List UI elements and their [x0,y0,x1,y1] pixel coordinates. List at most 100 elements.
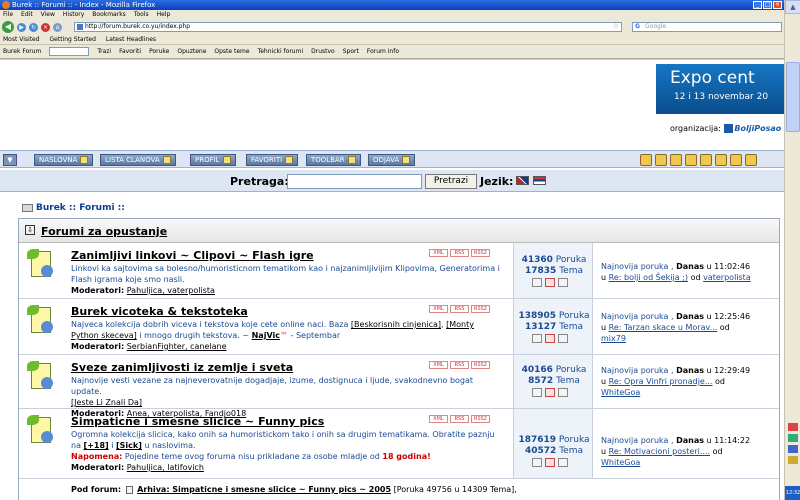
scroll-up-arrow-icon[interactable]: ▲ [785,0,800,14]
dropdown-icon[interactable]: ▼ [3,154,17,166]
forum-title[interactable]: Simpaticne i smesne slicice ~ Funny pics [71,415,324,428]
search-engine-box[interactable]: G Google [632,22,782,32]
tray-icon[interactable] [788,445,798,453]
nav-profil-button[interactable]: PROFIL [190,154,236,166]
menu-bookmarks[interactable]: Bookmarks [92,10,126,20]
category-title[interactable]: Forumi za opustanje [41,225,167,238]
tray-icon[interactable] [788,434,798,442]
last-post-user[interactable]: mix79 [601,334,626,343]
last-post-user[interactable]: vaterpolista [703,273,751,282]
burek-toolbar-forum-info[interactable]: Forum info [367,45,399,59]
forum-action-icon[interactable] [532,334,542,343]
serbian-flag-icon[interactable] [533,176,546,185]
rss-feed-icon[interactable]: RSS [450,249,469,257]
search-input[interactable] [287,174,422,189]
close-button[interactable]: × [773,1,782,9]
last-post-link[interactable]: Re: bolji od Šekija ;) [609,273,688,282]
xml-feed-icon[interactable]: XML [429,249,448,257]
rss2-feed-icon[interactable]: RSS2 [471,415,490,423]
forum-action-icon[interactable] [532,278,542,287]
globe-icon[interactable] [670,154,682,166]
forward-icon[interactable]: ▶ [17,22,26,32]
menu-file[interactable]: File [3,10,13,20]
last-post-user[interactable]: WhiteGoa [601,458,640,467]
english-flag-icon[interactable] [516,176,529,185]
rss2-feed-icon[interactable]: RSS2 [471,305,490,313]
forum-title[interactable]: Burek vicoteka & tekstoteka [71,305,248,318]
burek-toolbar-favoriti[interactable]: Favoriti [119,45,141,59]
menu-tools[interactable]: Tools [134,10,149,20]
burek-toolbar-opste[interactable]: Opste teme [214,45,249,59]
last-post-link[interactable]: Re: Opra Vinfri pronadje... [609,377,713,386]
minimize-button[interactable]: _ [753,1,762,9]
bookmark-most-visited[interactable]: Most Visited [3,34,40,44]
url-bar[interactable]: http://forum.burek.co.yu/index.php ☆ [74,22,622,32]
burek-toolbar-tehnicki[interactable]: Tehnicki forumi [258,45,304,59]
forum-action-icon[interactable] [532,388,542,397]
bookmark-latest-headlines[interactable]: Latest Headlines [106,34,156,44]
vertical-scrollbar[interactable]: ▲ 12:32 [784,0,800,500]
nav-lista-clanova-button[interactable]: LISTA CLANOVA [100,154,176,166]
reload-icon[interactable]: ↻ [29,22,38,32]
bookmark-star-icon[interactable]: ☆ [613,22,619,30]
last-post-user[interactable]: WhiteGoa [601,388,640,397]
scroll-thumb[interactable] [786,62,800,132]
forum-action-icon[interactable] [545,334,555,343]
notes-icon[interactable] [715,154,727,166]
bookmark-getting-started[interactable]: Getting Started [50,34,96,44]
forum-action-icon[interactable] [532,458,542,467]
nav-naslovna-button[interactable]: NASLOVNA [34,154,94,166]
xml-feed-icon[interactable]: XML [429,305,448,313]
menu-history[interactable]: History [63,10,84,20]
forum-title[interactable]: Sveze zanimljivosti iz zemlje i sveta [71,361,293,374]
stop-icon[interactable]: × [41,22,50,32]
burek-toolbar-label[interactable]: Burek Forum [3,45,41,59]
nav-odjava-button[interactable]: ODJAVA [368,154,416,166]
burek-toolbar-select[interactable] [49,47,90,56]
xml-feed-icon[interactable]: XML [429,415,448,423]
burek-toolbar-trazi[interactable]: Trazi [97,45,111,59]
menu-help[interactable]: Help [157,10,171,20]
home-icon[interactable]: ⌂ [53,22,62,32]
menu-view[interactable]: View [41,10,55,20]
xml-feed-icon[interactable]: XML [429,361,448,369]
bookmark-icon[interactable] [685,154,697,166]
tray-icon[interactable] [788,423,798,431]
menu-edit[interactable]: Edit [21,10,33,20]
forum-title[interactable]: Zanimljivi linkovi ~ Clipovi ~ Flash igr… [71,249,314,262]
burek-toolbar-drustvo[interactable]: Drustvo [311,45,335,59]
burek-toolbar-poruke[interactable]: Poruke [149,45,169,59]
chat-icon[interactable] [730,154,742,166]
back-icon[interactable]: ◀ [2,21,14,33]
last-post-link[interactable]: Re: Tarzan skace u Morav... [609,323,718,332]
forum-action-icon[interactable] [545,458,555,467]
breadcrumb-text[interactable]: Burek :: Forumi :: [36,203,125,213]
forum-action-icon[interactable] [558,278,568,287]
search-button[interactable]: Pretrazi [425,174,477,189]
rss2-feed-icon[interactable]: RSS2 [471,361,490,369]
forum-action-icon[interactable] [558,458,568,467]
calendar-icon[interactable] [655,154,667,166]
nav-favoriti-button[interactable]: FAVORITI [246,154,299,166]
subforum-title[interactable]: Arhiva: Simpaticne i smesne slicice ~ Fu… [137,485,391,494]
rss2-feed-icon[interactable]: RSS2 [471,249,490,257]
burek-toolbar-sport[interactable]: Sport [343,45,359,59]
last-post-link[interactable]: Re: Motivacioni posteri.... [609,447,710,456]
mail-icon[interactable] [640,154,652,166]
breadcrumb[interactable]: Burek :: Forumi :: [22,203,125,213]
star-icon[interactable] [745,154,757,166]
forum-action-icon[interactable] [545,388,555,397]
expo-banner[interactable]: Expo cent 12 i 13 novembar 20 [656,64,784,114]
forum-action-icon[interactable] [558,388,568,397]
forum-action-icon[interactable] [545,278,555,287]
burek-toolbar-opuztene[interactable]: Opuztene [177,45,206,59]
nav-toolbar-button[interactable]: TOOLBAR [306,154,361,166]
rss-feed-icon[interactable]: RSS [450,305,469,313]
rss-feed-icon[interactable]: RSS [450,415,469,423]
maximize-button[interactable]: □ [763,1,772,9]
collapse-icon[interactable]: ⇩ [25,225,35,235]
rss-feed-icon[interactable]: RSS [450,361,469,369]
forum-action-icon[interactable] [558,334,568,343]
tray-icon[interactable] [788,456,798,464]
groups-icon[interactable] [700,154,712,166]
